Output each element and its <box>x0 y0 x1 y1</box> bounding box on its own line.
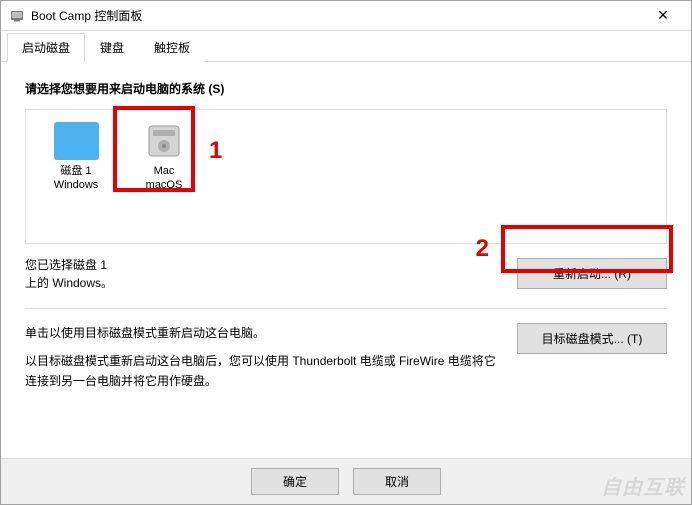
titlebar: Boot Camp 控制面板 ✕ <box>1 1 691 31</box>
target-title: 单击以使用目标磁盘模式重新启动这台电脑。 <box>25 323 503 343</box>
disk-label: 磁盘 1 Windows <box>36 165 116 193</box>
tab-startup-disk[interactable]: 启动磁盘 <box>7 33 85 62</box>
tab-keyboard[interactable]: 键盘 <box>85 33 139 62</box>
separator <box>25 308 667 309</box>
section-title: 请选择您想要用来启动电脑的系统 (S) <box>25 80 667 97</box>
target-row: 单击以使用目标磁盘模式重新启动这台电脑。 以目标磁盘模式重新启动这台电脑后，您可… <box>25 323 667 400</box>
ok-button[interactable]: 确定 <box>251 468 339 495</box>
close-icon: ✕ <box>657 7 669 24</box>
disk-item-mac[interactable]: Mac macOS <box>124 120 204 193</box>
control-panel-window: Boot Camp 控制面板 ✕ 启动磁盘 键盘 触控板 请选择您想要用来启动电… <box>0 0 692 505</box>
disk-label: Mac macOS <box>124 165 204 193</box>
dialog-footer: 确定 取消 <box>1 458 691 504</box>
cancel-button[interactable]: 取消 <box>353 468 441 495</box>
tab-bar: 启动磁盘 键盘 触控板 <box>1 31 691 62</box>
mac-disk-icon <box>145 122 183 160</box>
target-mode-button[interactable]: 目标磁盘模式... (T) <box>517 323 667 354</box>
window-title: Boot Camp 控制面板 <box>31 7 643 24</box>
disk-item-windows[interactable]: 磁盘 1 Windows <box>36 120 116 193</box>
tab-trackpad[interactable]: 触控板 <box>139 33 205 62</box>
restart-button[interactable]: 重新启动... (R) <box>517 258 667 289</box>
app-icon <box>9 8 25 24</box>
selection-row: 您已选择磁盘 1 上的 Windows。 重新启动... (R) <box>25 244 667 308</box>
close-button[interactable]: ✕ <box>643 2 683 30</box>
selected-disk-text: 您已选择磁盘 1 上的 Windows。 <box>25 256 503 292</box>
target-text: 单击以使用目标磁盘模式重新启动这台电脑。 以目标磁盘模式重新启动这台电脑后，您可… <box>25 323 503 400</box>
startup-panel: 请选择您想要用来启动电脑的系统 (S) 磁盘 1 Windows Mac mac… <box>1 62 691 410</box>
windows-disk-icon <box>54 122 99 160</box>
disk-list: 磁盘 1 Windows Mac macOS <box>25 109 667 244</box>
target-description: 以目标磁盘模式重新启动这台电脑后，您可以使用 Thunderbolt 电缆或 F… <box>25 351 503 392</box>
